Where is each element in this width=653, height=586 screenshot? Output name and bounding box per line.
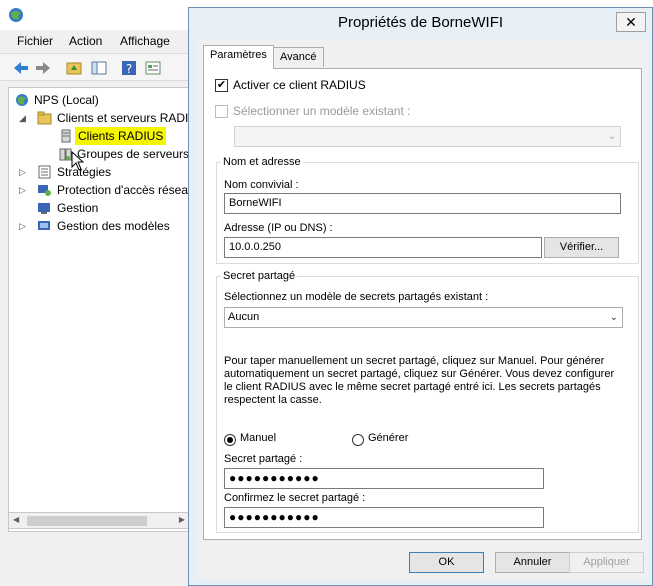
chevron-down-icon: ⌄	[607, 131, 616, 142]
confirm-secret-label: Confirmez le secret partagé :	[224, 492, 366, 504]
secret-label: Secret partagé :	[224, 453, 303, 465]
menu-file[interactable]: Fichier	[17, 34, 53, 48]
properties-dialog: Propriétés de BorneWIFI ✕ Paramètres Ava…	[188, 7, 653, 586]
template-select[interactable]: ⌄	[234, 126, 621, 147]
nps-app-icon	[9, 8, 23, 22]
templates-icon	[38, 221, 50, 230]
server-icon	[61, 129, 71, 143]
settings-panel: ✔ Activer ce client RADIUS Sélectionner …	[203, 68, 642, 540]
generate-label: Générer	[368, 432, 409, 444]
ok-button[interactable]: OK	[409, 552, 484, 573]
dialog-title: Propriétés de BorneWIFI	[337, 14, 504, 31]
tree-horizontal-scrollbar[interactable]: ◀ ▶	[8, 512, 190, 529]
enable-client-checkbox[interactable]: ✔	[215, 79, 228, 92]
address-field[interactable]: 10.0.0.250	[224, 237, 542, 258]
manual-label: Manuel	[240, 432, 277, 444]
folder-icon	[37, 111, 52, 125]
chevron-down-icon: ⌄	[609, 312, 618, 323]
secret-template-label: Sélectionnez un modèle de secrets partag…	[224, 291, 489, 303]
name-address-group-label: Nom et adresse	[221, 156, 303, 168]
menu-view[interactable]: Affichage	[120, 34, 170, 48]
dialog-body: Paramètres Avancé ✔ Activer ce client RA…	[197, 39, 648, 579]
confirm-secret-field[interactable]: ●●●●●●●●●●●	[224, 507, 544, 528]
expand-icon[interactable]: ▷	[19, 217, 28, 235]
close-button[interactable]: ✕	[616, 12, 646, 32]
help-icon[interactable]: ?	[119, 58, 139, 78]
server-group-icon	[59, 148, 72, 161]
selected-node-label: Clients RADIUS	[75, 127, 167, 145]
verify-button[interactable]: Vérifier...	[544, 237, 619, 258]
back-arrow-icon[interactable]	[11, 58, 31, 78]
scrollbar-thumb[interactable]	[27, 516, 147, 526]
generate-radio[interactable]	[352, 434, 364, 446]
tab-advanced[interactable]: Avancé	[273, 47, 324, 67]
network-protection-icon	[38, 185, 51, 196]
mmc-toolbar: ?	[0, 53, 200, 81]
manual-radio[interactable]	[224, 434, 236, 446]
console-tree: NPS (Local) ◢ Clients et serveurs RADIUS…	[8, 87, 190, 532]
show-hide-tree-icon[interactable]	[89, 58, 109, 78]
svg-text:?: ?	[126, 62, 132, 76]
secret-template-select[interactable]: Aucun ⌄	[224, 307, 623, 328]
collapse-icon[interactable]: ◢	[19, 109, 28, 127]
policies-icon	[38, 165, 51, 179]
friendly-name-field[interactable]: BorneWIFI	[224, 193, 621, 214]
tab-settings[interactable]: Paramètres	[203, 45, 274, 69]
select-template-checkbox[interactable]	[215, 105, 228, 118]
properties-icon[interactable]	[143, 58, 163, 78]
nps-globe-icon	[16, 94, 28, 106]
mmc-menubar: Fichier Action Affichage	[0, 30, 200, 52]
expand-icon[interactable]: ▷	[19, 181, 28, 199]
up-folder-icon[interactable]	[64, 58, 84, 78]
expand-icon[interactable]: ▷	[19, 163, 28, 181]
cancel-button[interactable]: Annuler	[495, 552, 570, 573]
enable-client-label: Activer ce client RADIUS	[233, 78, 366, 92]
address-label: Adresse (IP ou DNS) :	[224, 222, 333, 234]
select-template-label: Sélectionner un modèle existant :	[233, 104, 411, 118]
apply-button[interactable]: Appliquer	[569, 552, 644, 573]
shared-secret-group-label: Secret partagé	[221, 270, 298, 282]
friendly-name-label: Nom convivial :	[224, 179, 299, 191]
secret-instructions: Pour taper manuellement un secret partag…	[224, 355, 615, 406]
menu-action[interactable]: Action	[69, 34, 102, 48]
secret-field[interactable]: ●●●●●●●●●●●	[224, 468, 544, 489]
management-icon	[38, 203, 50, 214]
forward-arrow-icon[interactable]	[33, 58, 53, 78]
scroll-right-icon[interactable]: ▶	[179, 515, 185, 524]
scroll-left-icon[interactable]: ◀	[13, 515, 19, 524]
